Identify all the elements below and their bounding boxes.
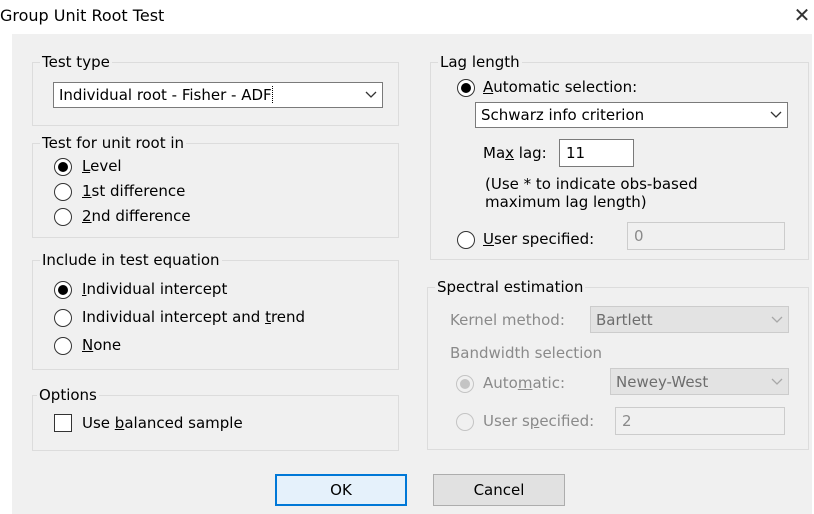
chevron-down-icon (765, 103, 787, 127)
criterion-value: Schwarz info criterion (481, 106, 645, 124)
radio-none-label[interactable]: None (82, 336, 121, 354)
lag-user-specified-input[interactable]: 0 (627, 222, 785, 250)
radio-bandwidth-user-specified[interactable] (456, 413, 474, 431)
lag-length-legend: Lag length (438, 53, 522, 71)
unit-root-legend: Test for unit root in (40, 134, 187, 152)
radio-intercept-and-trend-label[interactable]: Individual intercept and trend (82, 308, 305, 326)
equation-legend: Include in test equation (40, 251, 222, 269)
spectral-legend: Spectral estimation (435, 278, 586, 296)
radio-none[interactable] (54, 337, 72, 355)
lag-user-specified-label[interactable]: User specified: (483, 230, 594, 248)
max-lag-input[interactable]: 11 (559, 139, 634, 167)
kernel-method-value: Bartlett (596, 310, 653, 329)
criterion-dropdown[interactable]: Schwarz info criterion (475, 102, 788, 128)
bandwidth-selection-label: Bandwidth selection (450, 344, 603, 362)
radio-lag-user-specified[interactable] (457, 231, 475, 249)
options-legend: Options (37, 386, 99, 404)
radio-individual-intercept-label[interactable]: Individual intercept (82, 280, 227, 298)
radio-level-label[interactable]: Level (82, 157, 122, 175)
kernel-method-dropdown[interactable]: Bartlett (590, 306, 789, 333)
radio-1st-difference[interactable] (54, 183, 72, 201)
lag-note-line1: (Use * to indicate obs-based (485, 175, 698, 193)
trend-prefix: Individual intercept and (82, 308, 266, 326)
radio-automatic-selection[interactable] (457, 79, 475, 97)
max-lag-label: Max lag: (483, 144, 547, 162)
bandwidth-automatic-label[interactable]: Automatic: (483, 374, 565, 392)
cancel-button[interactable]: Cancel (433, 474, 565, 506)
radio-individual-intercept[interactable] (54, 281, 72, 299)
balanced-sample-label[interactable]: Use balanced sample (82, 414, 243, 432)
bandwidth-user-specified-label[interactable]: User specified: (483, 412, 594, 430)
ok-button[interactable]: OK (275, 474, 407, 506)
radio-intercept-and-trend[interactable] (54, 309, 72, 327)
radio-bandwidth-automatic[interactable] (456, 375, 474, 393)
test-type-legend: Test type (40, 53, 112, 71)
radio-level[interactable] (54, 158, 72, 176)
bandwidth-automatic-value: Newey-West (616, 372, 709, 391)
test-type-value: Individual root - Fisher - ADF (59, 86, 273, 104)
bandwidth-automatic-dropdown[interactable]: Newey-West (610, 368, 789, 395)
kernel-method-label: Kernel method: (450, 311, 565, 329)
chevron-down-icon (766, 307, 788, 332)
balanced-sample-checkbox[interactable] (54, 414, 72, 432)
test-type-dropdown[interactable]: Individual root - Fisher - ADF (53, 82, 383, 108)
close-icon[interactable]: ✕ (791, 2, 813, 28)
bandwidth-user-specified-input[interactable]: 2 (615, 407, 785, 435)
chevron-down-icon (766, 369, 788, 394)
window-title: Group Unit Root Test (0, 6, 165, 25)
radio-2nd-difference[interactable] (54, 208, 72, 226)
lag-note-line2: maximum lag length) (485, 193, 647, 211)
radio-1st-difference-label[interactable]: 1st difference (82, 182, 185, 200)
radio-2nd-difference-label[interactable]: 2nd difference (82, 207, 191, 225)
automatic-selection-label[interactable]: Automatic selection: (483, 78, 637, 96)
chevron-down-icon (360, 83, 382, 107)
